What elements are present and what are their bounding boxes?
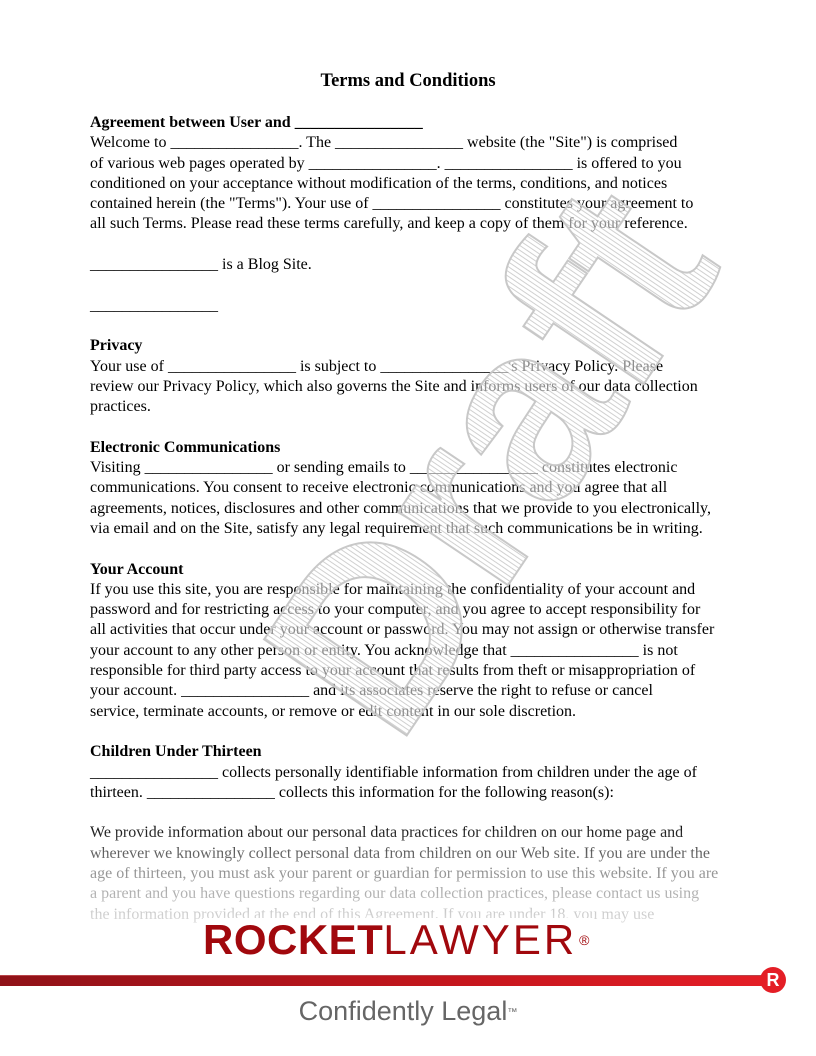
text-line: conditioned on your acceptance without m…: [90, 174, 668, 192]
text-line: wherever we knowingly collect personal d…: [90, 844, 710, 862]
text-line: all activities that occur under your acc…: [90, 621, 715, 639]
text-line: practices.: [90, 398, 151, 416]
section-heading: Children Under Thirteen: [90, 743, 262, 761]
text-line: password and for restricting access to y…: [90, 601, 701, 619]
text-line: agreements, notices, disclosures and oth…: [90, 499, 711, 517]
text-line: ________________ is a Blog Site.: [90, 256, 312, 274]
trademark-icon: ™: [507, 1007, 518, 1018]
text-line: responsible for third party access to yo…: [90, 662, 696, 680]
text-line: Welcome to ________________. The _______…: [90, 134, 678, 152]
section-heading: Privacy: [90, 337, 143, 355]
registered-mark-icon: ®: [579, 932, 590, 948]
text-line: Visiting ________________ or sending ema…: [90, 459, 678, 477]
text-line: If you use this site, you are responsibl…: [90, 580, 696, 598]
document-title: Terms and Conditions: [320, 71, 496, 91]
text-line: We provide information about our persona…: [90, 824, 684, 842]
text-line: your account. ________________ and its a…: [90, 682, 653, 700]
text-line: via email and on the Site, satisfy any l…: [90, 519, 703, 537]
blank-field-line: ________________: [90, 296, 218, 314]
document-body: Agreement between User and _____________…: [90, 113, 740, 945]
r-badge-icon: R: [760, 967, 786, 993]
section-heading: Your Account: [90, 560, 184, 578]
section-privacy: Privacy Your use of ________________ is …: [90, 336, 740, 417]
text-line: Your use of ________________ is subject …: [90, 357, 664, 375]
logo-thin-text: LAWYER: [383, 916, 578, 963]
section-children-under-thirteen: Children Under Thirteen ________________…: [90, 742, 740, 803]
tagline: Confidently Legal™: [0, 994, 816, 1028]
text-line: communications. You consent to receive e…: [90, 479, 668, 497]
section-heading: Electronic Communications: [90, 438, 281, 456]
document-page: Terms and Conditions Agreement between U…: [0, 0, 816, 1056]
rocket-lawyer-logo: ROCKETLAWYER ®: [203, 918, 594, 962]
text-line: service, terminate accounts, or remove o…: [90, 702, 577, 720]
logo-bold-text: ROCKET: [203, 916, 384, 963]
section-electronic-communications: Electronic Communications Visiting _____…: [90, 438, 740, 539]
text-line: age of thirteen, you must ask your paren…: [90, 864, 719, 882]
text-line: contained herein (the "Terms"). Your use…: [90, 195, 694, 213]
section-agreement: Agreement between User and _____________…: [90, 113, 740, 235]
section-heading: Agreement between User and _____________…: [90, 114, 423, 131]
text-line: a parent and you have questions regardin…: [90, 885, 700, 903]
section-your-account: Your Account If you use this site, you a…: [90, 560, 740, 722]
tagline-text: Confidently Legal: [298, 996, 508, 1026]
text-line: all such Terms. Please read these terms …: [90, 215, 688, 233]
text-line: of various web pages operated by _______…: [90, 154, 682, 172]
brand-red-bar: [0, 975, 765, 986]
section-blog-site: ________________ is a Blog Site.: [90, 255, 740, 275]
text-line: your account to any other person or enti…: [90, 641, 678, 659]
text-line: review our Privacy Policy, which also go…: [90, 377, 698, 395]
section-blank-field: ________________: [90, 296, 740, 316]
text-line: thirteen. ________________ collects this…: [90, 783, 614, 801]
text-line: ________________ collects personally ide…: [90, 763, 697, 781]
section-children-practices: We provide information about our persona…: [90, 823, 740, 924]
